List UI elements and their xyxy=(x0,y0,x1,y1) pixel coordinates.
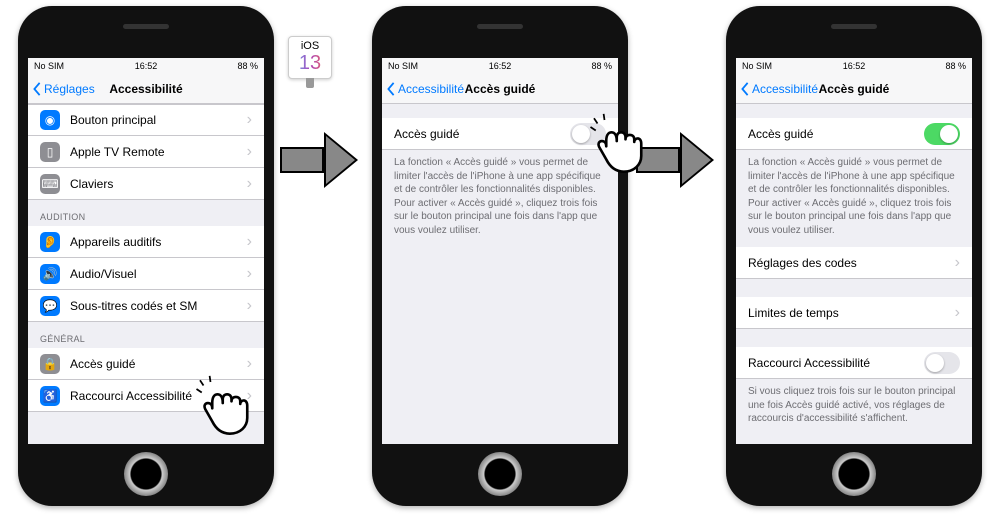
phone-guided-access-on: No SIM 16:52 88 % Accessibilité Accès gu… xyxy=(726,6,982,506)
arrow-right-icon xyxy=(280,132,358,188)
chevron-right-icon: › xyxy=(247,388,252,404)
row-reglages-codes[interactable]: Réglages des codes› xyxy=(736,247,972,279)
lock-icon: 🔒 xyxy=(40,354,60,374)
tv-remote-icon: ▯ xyxy=(40,142,60,162)
chevron-right-icon: › xyxy=(955,305,960,321)
keyboard-icon: ⌨ xyxy=(40,174,60,194)
accessibility-icon: ♿ xyxy=(40,386,60,406)
row-label: Apple TV Remote xyxy=(70,145,247,159)
ear-icon: 👂 xyxy=(40,232,60,252)
phone-accessibility: No SIM 16:52 88 % Réglages Accessibilité… xyxy=(18,6,274,506)
section-audition: AUDITION xyxy=(28,200,264,226)
row-label: Raccourci Accessibilité xyxy=(748,356,924,370)
description: La fonction « Accès guidé » vous permet … xyxy=(382,150,618,247)
row-label: Claviers xyxy=(70,177,247,191)
chevron-right-icon: › xyxy=(247,176,252,192)
back-label: Accessibilité xyxy=(752,82,818,96)
row-label: Accès guidé xyxy=(748,127,924,141)
row-label: Accès guidé xyxy=(70,357,247,371)
nav-bar: Accessibilité Accès guidé xyxy=(382,74,618,104)
ios-version: 13 xyxy=(289,52,331,75)
row-acces-guide-toggle[interactable]: Accès guidé xyxy=(382,118,618,150)
row-limites-temps[interactable]: Limites de temps› xyxy=(736,297,972,329)
settings-list[interactable]: Accès guidé La fonction « Accès guidé » … xyxy=(736,104,972,444)
row-bouton-principal[interactable]: ◉ Bouton principal› xyxy=(28,104,264,136)
chevron-right-icon: › xyxy=(247,298,252,314)
nav-bar: Réglages Accessibilité xyxy=(28,74,264,104)
row-label: Réglages des codes xyxy=(748,256,955,270)
nav-bar: Accessibilité Accès guidé xyxy=(736,74,972,104)
chevron-right-icon: › xyxy=(247,234,252,250)
clock: 16:52 xyxy=(28,61,264,71)
clock: 16:52 xyxy=(736,61,972,71)
back-button[interactable]: Réglages xyxy=(28,82,95,96)
description: Si vous cliquez trois fois sur le bouton… xyxy=(736,379,972,436)
row-label: Limites de temps xyxy=(748,306,955,320)
back-label: Réglages xyxy=(44,82,95,96)
captions-icon: 💬 xyxy=(40,296,60,316)
clock: 16:52 xyxy=(382,61,618,71)
row-appareils-auditifs[interactable]: 👂 Appareils auditifs› xyxy=(28,226,264,258)
status-bar: No SIM 16:52 88 % xyxy=(382,58,618,74)
settings-list[interactable]: Accès guidé La fonction « Accès guidé » … xyxy=(382,104,618,444)
back-label: Accessibilité xyxy=(398,82,464,96)
screen: No SIM 16:52 88 % Accessibilité Accès gu… xyxy=(382,58,618,444)
row-acces-guide-toggle[interactable]: Accès guidé xyxy=(736,118,972,150)
row-label: Sous-titres codés et SM xyxy=(70,299,247,313)
row-label: Bouton principal xyxy=(70,113,247,127)
ios-13-badge: iOS 13 xyxy=(288,36,332,79)
ios-label: iOS xyxy=(289,40,331,52)
toggle-on[interactable] xyxy=(924,123,960,145)
chevron-right-icon: › xyxy=(247,266,252,282)
screen: No SIM 16:52 88 % Accessibilité Accès gu… xyxy=(736,58,972,444)
back-button[interactable]: Accessibilité xyxy=(382,82,464,96)
row-claviers[interactable]: ⌨ Claviers› xyxy=(28,168,264,200)
chevron-right-icon: › xyxy=(955,255,960,271)
description: La fonction « Accès guidé » vous permet … xyxy=(736,150,972,247)
home-icon: ◉ xyxy=(40,110,60,130)
chevron-right-icon: › xyxy=(247,112,252,128)
chevron-right-icon: › xyxy=(247,144,252,160)
back-button[interactable]: Accessibilité xyxy=(736,82,818,96)
status-bar: No SIM 16:52 88 % xyxy=(28,58,264,74)
audio-icon: 🔊 xyxy=(40,264,60,284)
row-raccourci[interactable]: ♿ Raccourci Accessibilité› xyxy=(28,380,264,412)
arrow-right-icon xyxy=(636,132,714,188)
toggle-off[interactable] xyxy=(570,123,606,145)
chevron-right-icon: › xyxy=(247,356,252,372)
screen: No SIM 16:52 88 % Réglages Accessibilité… xyxy=(28,58,264,444)
row-sous-titres[interactable]: 💬 Sous-titres codés et SM› xyxy=(28,290,264,322)
status-bar: No SIM 16:52 88 % xyxy=(736,58,972,74)
settings-list[interactable]: ◉Bouton principal› ▯Apple TV Remote› ⌨Cl… xyxy=(28,104,264,444)
row-audio-visuel[interactable]: 🔊 Audio/Visuel› xyxy=(28,258,264,290)
section-general: GÉNÉRAL xyxy=(28,322,264,348)
row-apple-tv-remote[interactable]: ▯ Apple TV Remote› xyxy=(28,136,264,168)
row-raccourci-access[interactable]: Raccourci Accessibilité xyxy=(736,347,972,379)
row-acces-guide[interactable]: 🔒 Accès guidé› xyxy=(28,348,264,380)
row-label: Accès guidé xyxy=(394,127,570,141)
row-label: Audio/Visuel xyxy=(70,267,247,281)
row-label: Appareils auditifs xyxy=(70,235,247,249)
toggle-off[interactable] xyxy=(924,352,960,374)
row-label: Raccourci Accessibilité xyxy=(70,389,247,403)
phone-guided-access-off: No SIM 16:52 88 % Accessibilité Accès gu… xyxy=(372,6,628,506)
